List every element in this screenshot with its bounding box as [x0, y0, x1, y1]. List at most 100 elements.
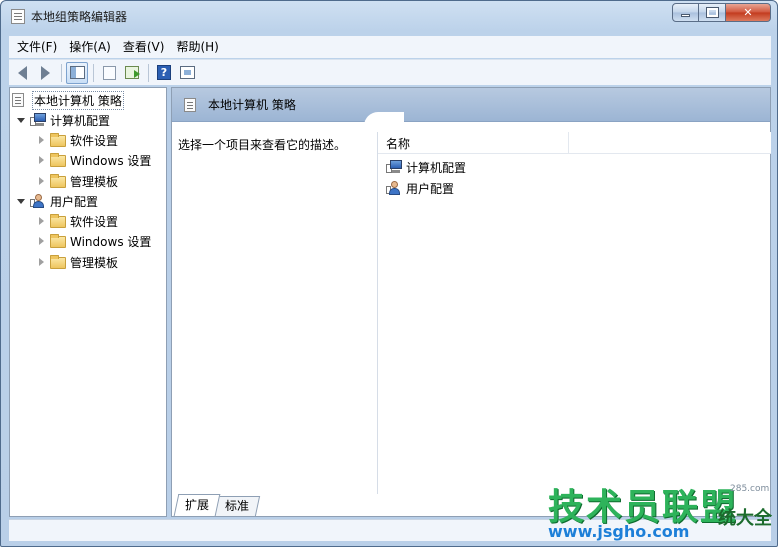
- toolbar-separator: [61, 63, 62, 82]
- tree-item-admin-templates[interactable]: 管理模板: [36, 172, 118, 190]
- show-hide-tree-button[interactable]: [66, 61, 88, 84]
- view-button[interactable]: [176, 62, 198, 84]
- app-icon: [11, 9, 25, 24]
- tree-pane[interactable]: 本地计算机 策略 计算机配置 软件设置 Windows 设置 管理模板 用户配置…: [9, 87, 167, 517]
- toolbar-separator: [148, 63, 149, 82]
- list-item-label: 用户配置: [406, 181, 455, 196]
- folder-icon: [50, 133, 66, 147]
- expand-toggle[interactable]: [16, 196, 26, 206]
- toolbar-separator: [93, 63, 94, 82]
- close-button[interactable]: ✕: [726, 3, 771, 22]
- maximize-button[interactable]: [699, 3, 726, 22]
- column-header: 名称: [378, 132, 771, 154]
- export-list-button[interactable]: [121, 62, 143, 84]
- folder-icon: [50, 153, 66, 167]
- tree-item-software-settings[interactable]: 软件设置: [36, 212, 118, 230]
- chevron-right-icon: [38, 156, 44, 164]
- menu-file[interactable]: 文件(F): [11, 37, 63, 57]
- chevron-down-icon: [17, 117, 25, 123]
- close-icon: ✕: [743, 6, 753, 19]
- chevron-right-icon: [38, 177, 44, 185]
- list-item-user-config[interactable]: 用户配置: [386, 179, 454, 197]
- tree-item-windows-settings[interactable]: Windows 设置: [36, 151, 151, 169]
- minimize-button[interactable]: [672, 3, 699, 22]
- chevron-right-icon: [38, 217, 44, 225]
- back-button[interactable]: [11, 62, 33, 84]
- expand-toggle[interactable]: [36, 135, 46, 145]
- export-list-icon: [125, 66, 140, 79]
- show-hide-tree-icon: [69, 66, 85, 79]
- tree-root-label: 本地计算机 策略: [32, 90, 124, 110]
- tree-item-label: Windows 设置: [70, 234, 152, 249]
- folder-icon: [50, 255, 66, 269]
- tree-item-windows-settings[interactable]: Windows 设置: [36, 232, 151, 250]
- details-header: 本地计算机 策略: [172, 88, 770, 122]
- user-icon: [30, 194, 46, 208]
- user-icon: [386, 181, 402, 195]
- tree-item-computer-config[interactable]: 计算机配置: [16, 111, 110, 129]
- menu-action[interactable]: 操作(A): [63, 37, 117, 57]
- policy-icon: [12, 93, 28, 107]
- list-item-label: 计算机配置: [406, 160, 467, 175]
- tree-root[interactable]: 本地计算机 策略: [12, 90, 124, 110]
- policy-icon: [184, 97, 196, 112]
- expand-toggle[interactable]: [36, 236, 46, 246]
- tree-item-label: 管理模板: [70, 255, 119, 270]
- column-header-name[interactable]: 名称: [386, 135, 410, 152]
- view-tabs: 扩展 标准: [173, 494, 261, 516]
- description-text: 选择一个项目来查看它的描述。: [178, 138, 347, 152]
- menu-help[interactable]: 帮助(H): [170, 37, 224, 57]
- view-icon: [179, 66, 195, 79]
- chevron-down-icon: [17, 198, 25, 204]
- chevron-right-icon: [38, 237, 44, 245]
- menu-bar: 文件(F) 操作(A) 查看(V) 帮助(H): [9, 36, 771, 58]
- tab-standard[interactable]: 标准: [213, 496, 261, 516]
- folder-icon: [50, 174, 66, 188]
- computer-icon: [386, 160, 402, 174]
- expand-toggle[interactable]: [16, 115, 26, 125]
- folder-icon: [50, 214, 66, 228]
- properties-icon: [102, 65, 116, 80]
- computer-icon: [30, 113, 46, 127]
- expand-toggle[interactable]: [36, 176, 46, 186]
- help-icon: ?: [157, 65, 171, 80]
- tree-item-label: 计算机配置: [50, 113, 111, 128]
- tree-item-label: 软件设置: [70, 133, 119, 148]
- tab-extended[interactable]: 扩展: [173, 494, 221, 516]
- details-header-title: 本地计算机 策略: [208, 98, 296, 112]
- column-divider[interactable]: [568, 132, 569, 154]
- tree-item-label: 管理模板: [70, 174, 119, 189]
- tree-item-label: 用户配置: [50, 194, 99, 209]
- item-list[interactable]: 名称 计算机配置 用户配置: [364, 112, 771, 494]
- tree-item-admin-templates[interactable]: 管理模板: [36, 253, 118, 271]
- chevron-right-icon: [38, 136, 44, 144]
- details-pane: 本地计算机 策略 选择一个项目来查看它的描述。 名称 计算机配置 用户配置 扩展…: [171, 87, 771, 517]
- menu-view[interactable]: 查看(V): [117, 37, 171, 57]
- properties-button[interactable]: [98, 62, 120, 84]
- expand-toggle[interactable]: [36, 257, 46, 267]
- maximize-icon: [705, 7, 719, 18]
- toolbar: ?: [9, 59, 771, 85]
- tab-label: 扩展: [185, 498, 210, 512]
- title-bar[interactable]: 本地组策略编辑器 ✕: [1, 1, 777, 31]
- forward-button[interactable]: [34, 62, 56, 84]
- forward-icon: [40, 65, 50, 80]
- folder-icon: [50, 234, 66, 248]
- minimize-icon: [681, 14, 690, 17]
- caption-buttons: ✕: [672, 3, 771, 22]
- app-window: 本地组策略编辑器 ✕ 文件(F) 操作(A) 查看(V) 帮助(H) ? 本地计…: [0, 0, 778, 547]
- tree-item-label: 软件设置: [70, 214, 119, 229]
- client-area: 本地计算机 策略 计算机配置 软件设置 Windows 设置 管理模板 用户配置…: [9, 87, 771, 517]
- tab-label: 标准: [225, 499, 250, 513]
- status-bar: [9, 519, 771, 541]
- expand-toggle[interactable]: [36, 216, 46, 226]
- help-button[interactable]: ?: [153, 62, 175, 84]
- back-icon: [17, 65, 27, 80]
- list-item-computer-config[interactable]: 计算机配置: [386, 158, 466, 176]
- window-title: 本地组策略编辑器: [31, 10, 128, 24]
- expand-toggle[interactable]: [36, 155, 46, 165]
- chevron-right-icon: [38, 258, 44, 266]
- tree-item-label: Windows 设置: [70, 153, 152, 168]
- tree-item-user-config[interactable]: 用户配置: [16, 192, 98, 210]
- tree-item-software-settings[interactable]: 软件设置: [36, 131, 118, 149]
